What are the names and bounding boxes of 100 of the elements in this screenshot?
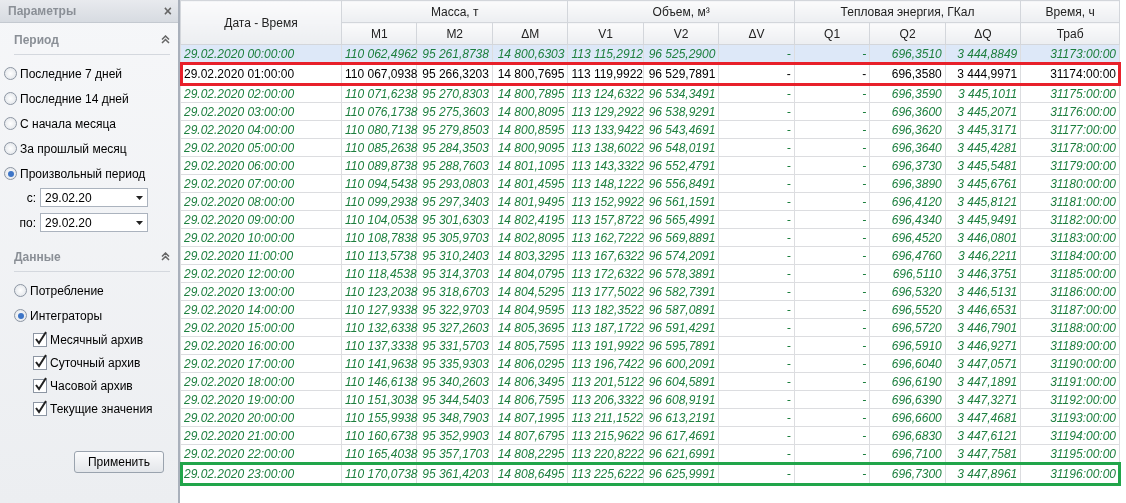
table-cell: 14 801,9495 — [492, 192, 568, 211]
radio-button[interactable] — [4, 117, 17, 130]
table-cell: - — [718, 318, 795, 337]
table-cell: 95 344,5403 — [417, 390, 493, 409]
table-cell: 110 071,6238 — [341, 84, 417, 103]
checkbox[interactable] — [33, 378, 47, 393]
table-cell: 696,3590 — [869, 84, 946, 103]
table-cell: 29.02.2020 05:00:00 — [180, 138, 342, 157]
apply-button[interactable]: Применить — [74, 451, 164, 473]
dropdown-arrow-icon[interactable] — [136, 220, 143, 225]
table-cell: - — [718, 228, 795, 247]
column-header[interactable]: Дата - Время — [180, 0, 342, 45]
table-cell: 95 270,8303 — [417, 84, 493, 103]
table-cell: 96 543,4691 — [643, 120, 719, 139]
table-cell: - — [794, 210, 870, 229]
table-cell: 31185:00:00 — [1020, 264, 1120, 283]
table-cell: 29.02.2020 13:00:00 — [180, 282, 342, 301]
table-cell: 3 445,4281 — [945, 138, 1021, 157]
checkbox-label[interactable]: Часовой архив — [50, 378, 133, 393]
table-cell: 3 446,2211 — [945, 246, 1021, 265]
table-cell: 29.02.2020 14:00:00 — [180, 300, 342, 319]
table-cell: 96 574,2091 — [643, 246, 719, 265]
table-cell: 31193:00:00 — [1020, 408, 1120, 427]
table-cell: 96 556,8491 — [643, 174, 719, 193]
date-field[interactable]: 29.02.20 — [40, 188, 148, 207]
table-cell: 31177:00:00 — [1020, 120, 1120, 139]
table-cell: - — [794, 390, 870, 409]
table-cell: 29.02.2020 03:00:00 — [180, 102, 342, 121]
table-cell: 14 801,1095 — [492, 156, 568, 175]
table-cell: 696,6600 — [869, 408, 946, 427]
table-cell: 113 172,6322 — [567, 264, 644, 283]
table-cell: 3 446,5131 — [945, 282, 1021, 301]
checkbox[interactable] — [33, 355, 47, 370]
table-cell: 113 187,1722 — [567, 318, 644, 337]
date-field[interactable]: 29.02.20 — [40, 213, 148, 232]
table-cell: 95 335,9303 — [417, 354, 493, 373]
table-cell: 29.02.2020 08:00:00 — [180, 192, 342, 211]
dropdown-arrow-icon[interactable] — [136, 195, 143, 200]
table-cell: 95 340,2603 — [417, 372, 493, 391]
radio-button[interactable] — [4, 92, 17, 105]
column-group-header: Время, ч — [1020, 0, 1120, 23]
table-cell: 3 445,8121 — [945, 192, 1021, 211]
checkbox-label[interactable]: Суточный архив — [50, 355, 141, 370]
table-cell: 31190:00:00 — [1020, 354, 1120, 373]
table-cell: 3 446,7901 — [945, 318, 1021, 337]
table-cell: 29.02.2020 18:00:00 — [180, 372, 342, 391]
table-cell: - — [794, 138, 870, 157]
table-cell: - — [794, 264, 870, 283]
double-chevron-icon[interactable] — [161, 252, 170, 261]
table-cell: 31181:00:00 — [1020, 192, 1120, 211]
table-cell: - — [718, 210, 795, 229]
table-cell: 3 446,3751 — [945, 264, 1021, 283]
radio-label[interactable]: Произвольный период — [20, 166, 146, 181]
table-cell: 110 085,2638 — [341, 138, 417, 157]
table-cell: 113 201,5122 — [567, 372, 644, 391]
table-cell: - — [794, 246, 870, 265]
radio-label[interactable]: Интеграторы — [30, 308, 103, 323]
table-cell: - — [718, 192, 795, 211]
radio-button[interactable] — [14, 309, 27, 322]
table-cell: 696,4120 — [869, 192, 946, 211]
table-cell: 696,5910 — [869, 336, 946, 355]
table-cell: 31183:00:00 — [1020, 228, 1120, 247]
table-cell: 110 127,9338 — [341, 300, 417, 319]
radio-button[interactable] — [4, 167, 17, 180]
close-button[interactable]: × — [163, 3, 172, 19]
checkbox-label[interactable]: Месячный архив — [50, 332, 144, 347]
radio-label[interactable]: С начала месяца — [20, 116, 116, 131]
radio-button[interactable] — [14, 284, 27, 297]
radio-label[interactable]: Последние 14 дней — [20, 91, 129, 106]
column-group-header: Тепловая энергия, ГКал — [794, 0, 1021, 23]
table-cell: 31187:00:00 — [1020, 300, 1120, 319]
radio-label[interactable]: Потребление — [30, 283, 104, 298]
table-cell: 14 807,1995 — [492, 408, 568, 427]
table-cell: 113 182,3522 — [567, 300, 644, 319]
table-cell: 14 800,7895 — [492, 84, 568, 103]
table-cell: 3 447,3271 — [945, 390, 1021, 409]
checkbox[interactable] — [33, 332, 47, 347]
table-cell: 113 152,9922 — [567, 192, 644, 211]
radio-button[interactable] — [4, 67, 17, 80]
table-cell: 113 215,9622 — [567, 426, 644, 445]
radio-label[interactable]: За прошлый месяц — [20, 141, 127, 156]
radio-label[interactable]: Последние 7 дней — [20, 66, 123, 81]
table-cell: 3 446,0801 — [945, 228, 1021, 247]
table-cell: 31178:00:00 — [1020, 138, 1120, 157]
table-cell: 110 132,6338 — [341, 318, 417, 337]
table-cell: 14 804,5295 — [492, 282, 568, 301]
radio-button[interactable] — [4, 142, 17, 155]
double-chevron-icon[interactable] — [161, 35, 170, 44]
table-cell: 696,6190 — [869, 372, 946, 391]
table-cell: 96 608,9191 — [643, 390, 719, 409]
table-cell: 31188:00:00 — [1020, 318, 1120, 337]
table-cell: 31180:00:00 — [1020, 174, 1120, 193]
table-cell: - — [718, 354, 795, 373]
table-cell: 96 569,8891 — [643, 228, 719, 247]
table-cell: 29.02.2020 07:00:00 — [180, 174, 342, 193]
table-cell: - — [794, 84, 870, 103]
table-cell: 3 445,9491 — [945, 210, 1021, 229]
table-cell: - — [794, 372, 870, 391]
checkbox[interactable] — [33, 401, 47, 416]
checkbox-label[interactable]: Текущие значения — [50, 401, 153, 416]
